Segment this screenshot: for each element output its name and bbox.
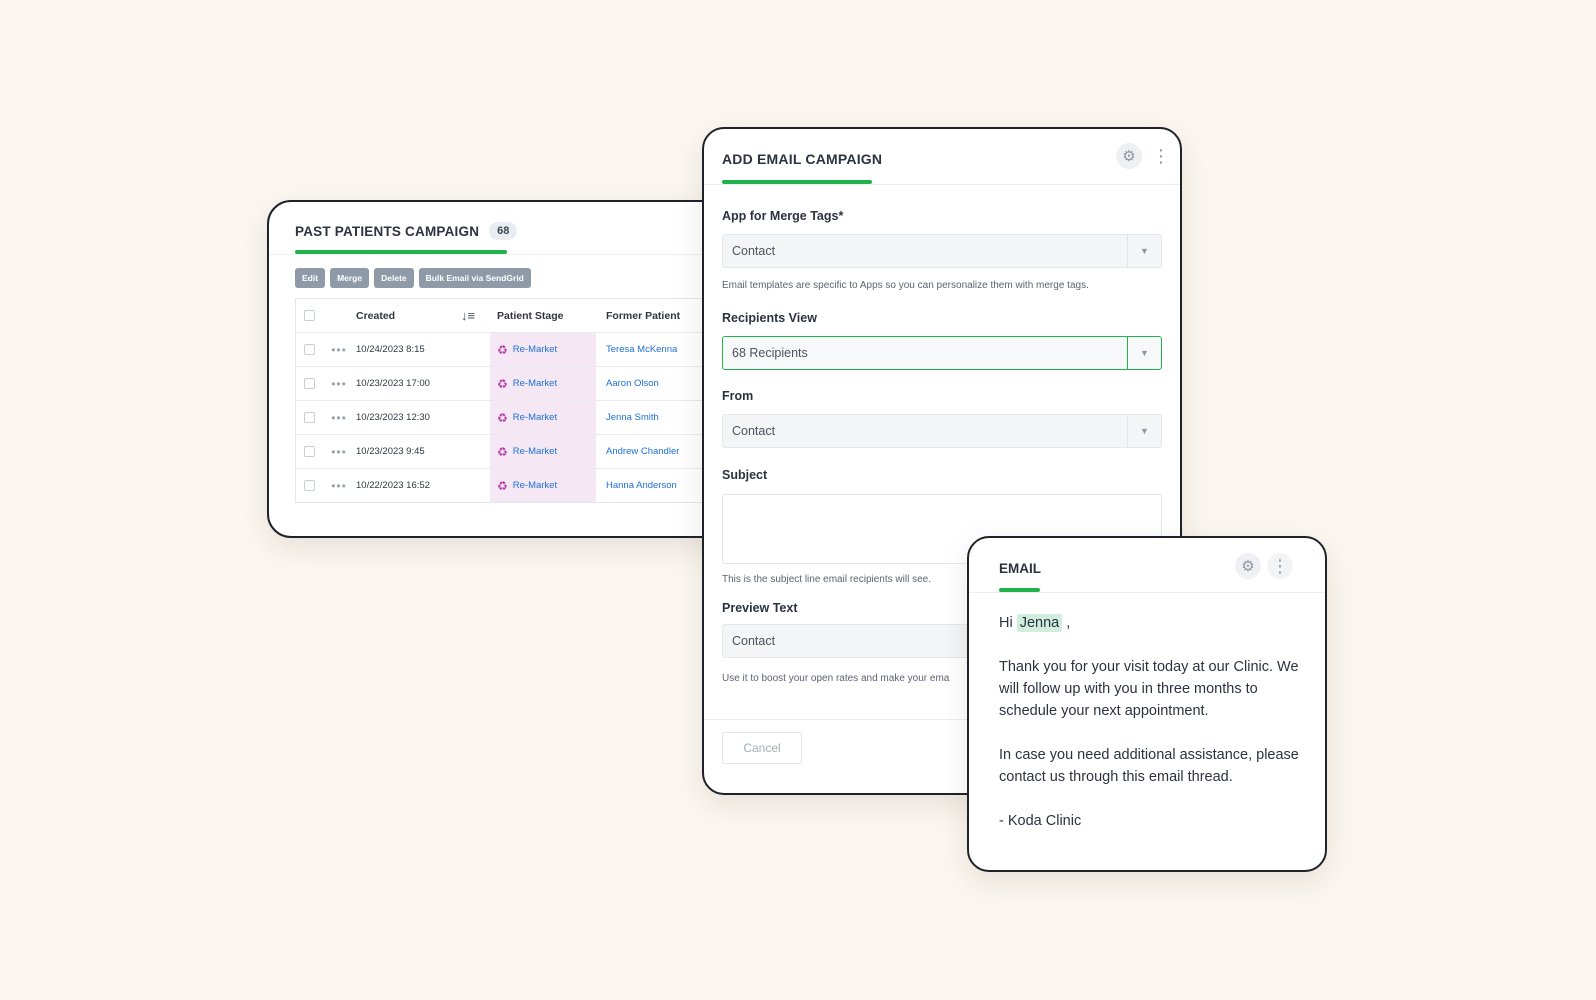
- row-actions-icon[interactable]: •••: [322, 479, 356, 493]
- created-cell: 10/22/2023 16:52: [356, 480, 430, 491]
- email-preview-card: EMAIL ⚙ ⋮ Hi Jenna , Thank you for your …: [967, 536, 1327, 872]
- column-header-patient-stage[interactable]: Patient Stage: [490, 299, 596, 332]
- table-row[interactable]: ••• 10/23/2023 9:45 ♻ Re-Market Andrew Ch…: [296, 434, 735, 468]
- table-row[interactable]: ••• 10/22/2023 16:52 ♻ Re-Market Hanna An…: [296, 468, 735, 502]
- table-row[interactable]: ••• 10/23/2023 17:00 ♻ Re-Market Aaron Ol…: [296, 366, 735, 400]
- recycle-icon: ♻: [497, 376, 508, 391]
- cancel-button[interactable]: Cancel: [722, 732, 802, 764]
- form-title: ADD EMAIL CAMPAIGN: [722, 151, 883, 167]
- stage-link[interactable]: Re-Market: [513, 446, 557, 457]
- email-paragraph: In case you need additional assistance, …: [999, 747, 1299, 785]
- created-cell: 10/23/2023 12:30: [356, 412, 430, 423]
- gear-icon[interactable]: ⚙: [1235, 553, 1261, 579]
- campaign-count-badge: 68: [489, 222, 518, 240]
- created-cell: 10/23/2023 17:00: [356, 378, 430, 389]
- edit-button[interactable]: Edit: [295, 268, 326, 288]
- row-actions-icon[interactable]: •••: [322, 411, 356, 425]
- stage-link[interactable]: Re-Market: [513, 344, 557, 355]
- chevron-down-icon[interactable]: ▼: [1127, 235, 1161, 267]
- table-row[interactable]: ••• 10/24/2023 8:15 ♻ Re-Market Teresa Mc…: [296, 332, 735, 366]
- row-checkbox[interactable]: [303, 480, 315, 491]
- greeting-text: Hi: [999, 615, 1013, 631]
- bulk-email-button[interactable]: Bulk Email via SendGrid: [418, 268, 531, 288]
- email-body[interactable]: Hi Jenna , Thank you for your visit toda…: [999, 612, 1309, 854]
- email-greeting: Hi Jenna ,: [999, 612, 1309, 634]
- campaign-header: PAST PATIENTS CAMPAIGN 68: [295, 222, 518, 240]
- recipients-view-select[interactable]: 68 Recipients ▼: [722, 336, 1162, 370]
- header-divider: [269, 254, 735, 255]
- email-signature: - Koda Clinic: [999, 813, 1082, 829]
- email-title: EMAIL: [999, 561, 1041, 576]
- created-cell: 10/24/2023 8:15: [356, 344, 425, 355]
- patients-table: Created ↓≡ Patient Stage Former Patient …: [295, 298, 735, 503]
- sort-icon[interactable]: ↓≡: [446, 308, 490, 323]
- chevron-down-icon[interactable]: ▼: [1127, 337, 1161, 369]
- recipients-view-label: Recipients View: [722, 311, 817, 325]
- past-patients-campaign-card: PAST PATIENTS CAMPAIGN 68 Edit Merge Del…: [267, 200, 737, 538]
- recycle-icon: ♻: [497, 410, 508, 425]
- table-header-row: Created ↓≡ Patient Stage Former Patient: [296, 299, 735, 332]
- from-label: From: [722, 389, 754, 403]
- row-checkbox[interactable]: [303, 446, 315, 457]
- greeting-comma: ,: [1066, 615, 1071, 631]
- app-merge-tags-select[interactable]: Contact ▼: [722, 234, 1162, 268]
- more-vertical-icon[interactable]: ⋮: [1148, 143, 1174, 169]
- gear-icon[interactable]: ⚙: [1116, 143, 1142, 169]
- merge-tag-first-name[interactable]: Jenna: [1016, 614, 1063, 632]
- created-cell: 10/23/2023 9:45: [356, 446, 425, 457]
- stage-link[interactable]: Re-Market: [513, 480, 557, 491]
- app-merge-tags-hint: Email templates are specific to Apps so …: [722, 280, 1089, 291]
- stage-link[interactable]: Re-Market: [513, 412, 557, 423]
- app-merge-tags-value: Contact: [732, 244, 776, 258]
- select-all-checkbox[interactable]: [303, 310, 315, 321]
- more-vertical-icon[interactable]: ⋮: [1267, 553, 1293, 579]
- merge-button[interactable]: Merge: [330, 268, 370, 288]
- row-actions-icon[interactable]: •••: [322, 377, 356, 391]
- recipients-view-value: 68 Recipients: [732, 346, 808, 360]
- preview-text-hint: Use it to boost your open rates and make…: [722, 673, 950, 684]
- table-toolbar: Edit Merge Delete Bulk Email via SendGri…: [295, 268, 531, 288]
- column-header-created[interactable]: Created: [356, 310, 446, 322]
- from-select[interactable]: Contact ▼: [722, 414, 1162, 448]
- stage-link[interactable]: Re-Market: [513, 378, 557, 389]
- recycle-icon: ♻: [497, 478, 508, 493]
- header-divider: [969, 592, 1325, 593]
- app-merge-tags-label: App for Merge Tags*: [722, 209, 844, 223]
- chevron-down-icon[interactable]: ▼: [1127, 415, 1161, 447]
- row-actions-icon[interactable]: •••: [322, 343, 356, 357]
- recycle-icon: ♻: [497, 444, 508, 459]
- email-paragraph: Thank you for your visit today at our Cl…: [999, 659, 1299, 719]
- recycle-icon: ♻: [497, 342, 508, 357]
- from-value: Contact: [732, 424, 776, 438]
- delete-button[interactable]: Delete: [374, 268, 414, 288]
- preview-text-label: Preview Text: [722, 601, 798, 615]
- row-actions-icon[interactable]: •••: [322, 445, 356, 459]
- subject-hint: This is the subject line email recipient…: [722, 574, 931, 585]
- row-checkbox[interactable]: [303, 378, 315, 389]
- table-row[interactable]: ••• 10/23/2023 12:30 ♻ Re-Market Jenna Sm…: [296, 400, 735, 434]
- row-checkbox[interactable]: [303, 344, 315, 355]
- subject-label: Subject: [722, 468, 768, 482]
- row-checkbox[interactable]: [303, 412, 315, 423]
- campaign-title: PAST PATIENTS CAMPAIGN: [295, 223, 480, 239]
- header-divider: [704, 184, 1180, 185]
